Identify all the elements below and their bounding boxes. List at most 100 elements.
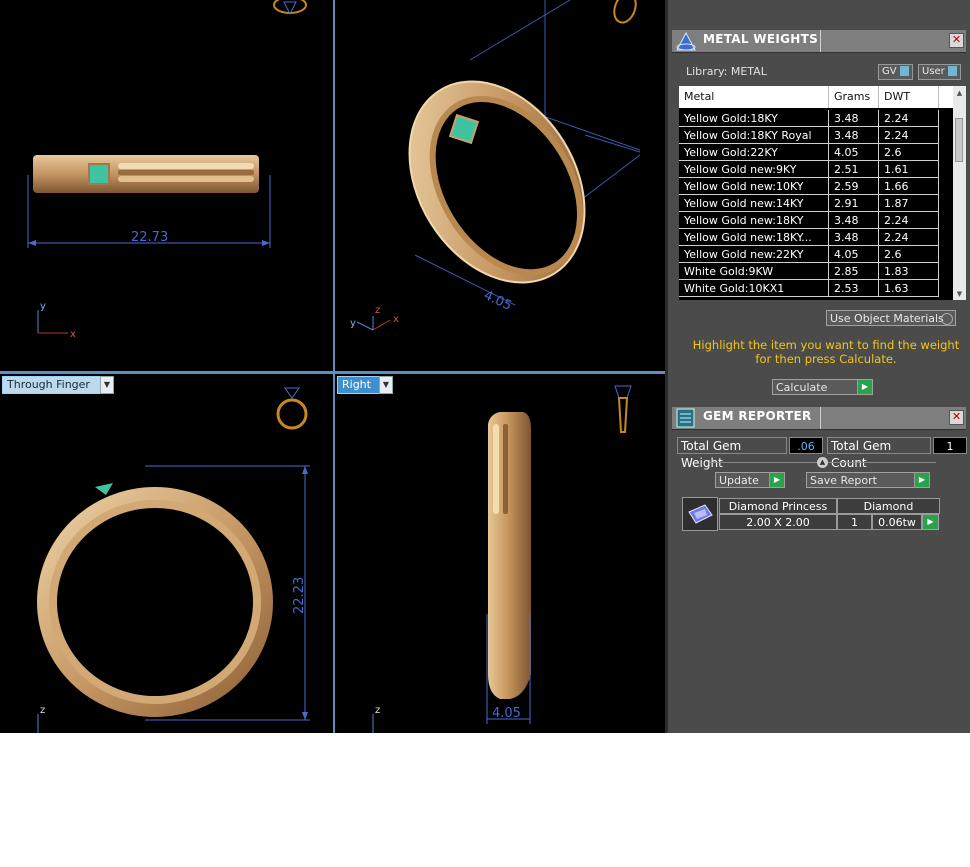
axis-x-label: x bbox=[70, 329, 76, 340]
ring-top-icon bbox=[273, 0, 307, 16]
calculate-label: Calculate bbox=[776, 381, 828, 394]
dwt-value: 2.6 bbox=[879, 144, 939, 161]
grams-value: 3.48 bbox=[829, 127, 879, 144]
dwt-value: 2.24 bbox=[879, 212, 939, 229]
table-scrollbar[interactable]: ▲ ▼ bbox=[953, 86, 966, 300]
column-dwt[interactable]: DWT bbox=[879, 86, 939, 108]
axis-z-label: z bbox=[40, 705, 45, 716]
viewport-top-canvas: 22.73 y x bbox=[27, 0, 307, 340]
grams-value: 4.05 bbox=[829, 246, 879, 263]
table-row[interactable]: Yellow Gold new:9KY 2.51 1.61 bbox=[679, 161, 953, 178]
metal-name: Yellow Gold new:14KY bbox=[679, 195, 829, 212]
close-icon[interactable]: ✕ bbox=[949, 410, 964, 425]
axis-z-label: z bbox=[375, 705, 380, 716]
viewport-right[interactable]: 4.05 z Right ▼ bbox=[335, 374, 665, 733]
table-row[interactable]: White Gold:9KW 2.85 1.83 bbox=[679, 263, 953, 280]
dimension-thickness-label: 4.05 bbox=[492, 706, 521, 721]
metal-name: Yellow Gold:18KY bbox=[679, 110, 829, 127]
view-dropdown-chevron-icon[interactable]: ▼ bbox=[100, 376, 114, 394]
dwt-value: 1.66 bbox=[879, 178, 939, 195]
gem-go-icon: ▶ bbox=[922, 515, 938, 529]
use-object-materials-toggle[interactable]: Use Object Materials bbox=[826, 310, 956, 326]
metal-name: Yellow Gold:18KY Royal bbox=[679, 127, 829, 144]
column-metal[interactable]: Metal bbox=[679, 86, 829, 108]
calculate-hint: Highlight the item you want to find the … bbox=[692, 338, 960, 366]
axis-y-label: y bbox=[350, 318, 356, 329]
gem-size: 2.00 X 2.00 bbox=[719, 514, 837, 530]
metal-name: White Gold:10KX1 bbox=[679, 280, 829, 297]
gem-top-view bbox=[88, 163, 110, 185]
table-row[interactable]: Yellow Gold:18KY 3.48 2.24 bbox=[679, 110, 953, 127]
view-name-right[interactable]: Right bbox=[337, 376, 385, 394]
table-row[interactable]: Yellow Gold new:14KY 2.91 1.87 bbox=[679, 195, 953, 212]
save-report-go-icon: ▶ bbox=[914, 473, 929, 487]
grams-value: 2.51 bbox=[829, 161, 879, 178]
gem-reporter-icon bbox=[676, 408, 695, 428]
viewport-through-finger[interactable]: 22.23 z Through Finger ▼ bbox=[0, 374, 333, 733]
grams-value: 2.91 bbox=[829, 195, 879, 212]
dimension-height-label: 22.23 bbox=[292, 577, 307, 614]
table-row[interactable]: Yellow Gold new:22KY 4.05 2.6 bbox=[679, 246, 953, 263]
dwt-value: 2.24 bbox=[879, 127, 939, 144]
table-row[interactable]: Yellow Gold new:18KY... 3.48 2.24 bbox=[679, 229, 953, 246]
gv-toggle[interactable]: GV bbox=[878, 64, 913, 80]
calculate-go-icon: ▶ bbox=[857, 380, 872, 394]
close-icon[interactable]: ✕ bbox=[949, 33, 964, 48]
scroll-thumb[interactable] bbox=[955, 118, 963, 162]
save-report-button[interactable]: Save Report ▶ bbox=[806, 472, 930, 488]
gem-reporter-title: GEM REPORTER bbox=[703, 409, 812, 423]
metal-name: Yellow Gold new:18KY bbox=[679, 212, 829, 229]
update-label: Update bbox=[719, 474, 759, 487]
user-toggle[interactable]: User bbox=[918, 64, 961, 80]
dimension-width-label: 22.73 bbox=[131, 230, 168, 245]
scroll-up-icon[interactable]: ▲ bbox=[953, 88, 966, 98]
table-row[interactable]: White Gold:10KX1 2.53 1.63 bbox=[679, 280, 953, 297]
gem-report-row[interactable]: Diamond Princess Diamond 2.00 X 2.00 1 0… bbox=[682, 497, 940, 531]
table-row[interactable]: Yellow Gold new:18KY 3.48 2.24 bbox=[679, 212, 953, 229]
metal-weights-title: METAL WEIGHTS bbox=[703, 32, 819, 46]
metal-name: Yellow Gold new:18KY... bbox=[679, 229, 829, 246]
viewport-top[interactable]: 22.73 y x bbox=[0, 0, 333, 371]
update-go-icon: ▶ bbox=[769, 473, 784, 487]
dimension-perspective-label: 4.05 bbox=[481, 288, 514, 314]
user-label: User bbox=[922, 66, 945, 77]
collapse-chevron-icon[interactable]: ▲ bbox=[817, 457, 828, 468]
total-gem-count-value: 1 bbox=[933, 437, 967, 454]
metal-name: Yellow Gold new:10KY bbox=[679, 178, 829, 195]
viewport-splitter-vertical[interactable] bbox=[333, 0, 335, 733]
use-object-materials-label: Use Object Materials bbox=[830, 312, 944, 325]
total-gem-weight-label: Total Gem Weight bbox=[677, 437, 787, 470]
ring-perspective bbox=[408, 80, 586, 284]
column-grams[interactable]: Grams bbox=[829, 86, 879, 108]
table-row[interactable]: Yellow Gold:22KY 4.05 2.6 bbox=[679, 144, 953, 161]
table-row[interactable]: Yellow Gold:18KY Royal 3.48 2.24 bbox=[679, 127, 953, 144]
axis-z-label: z bbox=[375, 305, 380, 316]
gem-thumbnail-icon bbox=[682, 497, 718, 531]
ring-side-icon bbox=[613, 0, 637, 24]
gem-material: Diamond bbox=[837, 498, 940, 514]
view-dropdown-chevron-icon[interactable]: ▼ bbox=[379, 376, 393, 394]
calculate-button[interactable]: Calculate ▶ bbox=[772, 379, 873, 395]
grams-value: 3.48 bbox=[829, 229, 879, 246]
grams-value: 2.59 bbox=[829, 178, 879, 195]
axis-x-label: x bbox=[393, 314, 399, 325]
scroll-down-icon[interactable]: ▼ bbox=[953, 289, 966, 299]
dwt-value: 2.6 bbox=[879, 246, 939, 263]
gem-reporter-header[interactable]: GEM REPORTER ✕ bbox=[672, 407, 966, 430]
metal-weights-header[interactable]: METAL WEIGHTS ✕ bbox=[672, 30, 966, 53]
table-row[interactable]: Yellow Gold new:10KY 2.59 1.66 bbox=[679, 178, 953, 195]
dwt-value: 1.63 bbox=[879, 280, 939, 297]
grams-value: 2.53 bbox=[829, 280, 879, 297]
view-name-through-finger[interactable]: Through Finger bbox=[2, 376, 106, 394]
viewport-front-canvas: 22.23 z bbox=[37, 387, 310, 733]
axis-y-label: y bbox=[40, 301, 46, 312]
gem-go-button[interactable]: ▶ bbox=[922, 514, 939, 530]
total-gem-weight-value: .06 bbox=[789, 437, 823, 454]
viewport-splitter-horizontal[interactable] bbox=[0, 371, 665, 374]
gem-name: Diamond Princess bbox=[719, 498, 837, 514]
update-button[interactable]: Update ▶ bbox=[715, 472, 785, 488]
dwt-value: 1.61 bbox=[879, 161, 939, 178]
metal-weights-table[interactable]: Metal Grams DWT Yellow Gold:18KY 3.48 2.24… bbox=[679, 86, 966, 300]
metal-name: Yellow Gold new:9KY bbox=[679, 161, 829, 178]
viewport-perspective[interactable]: 4.05 z y x bbox=[335, 0, 665, 371]
